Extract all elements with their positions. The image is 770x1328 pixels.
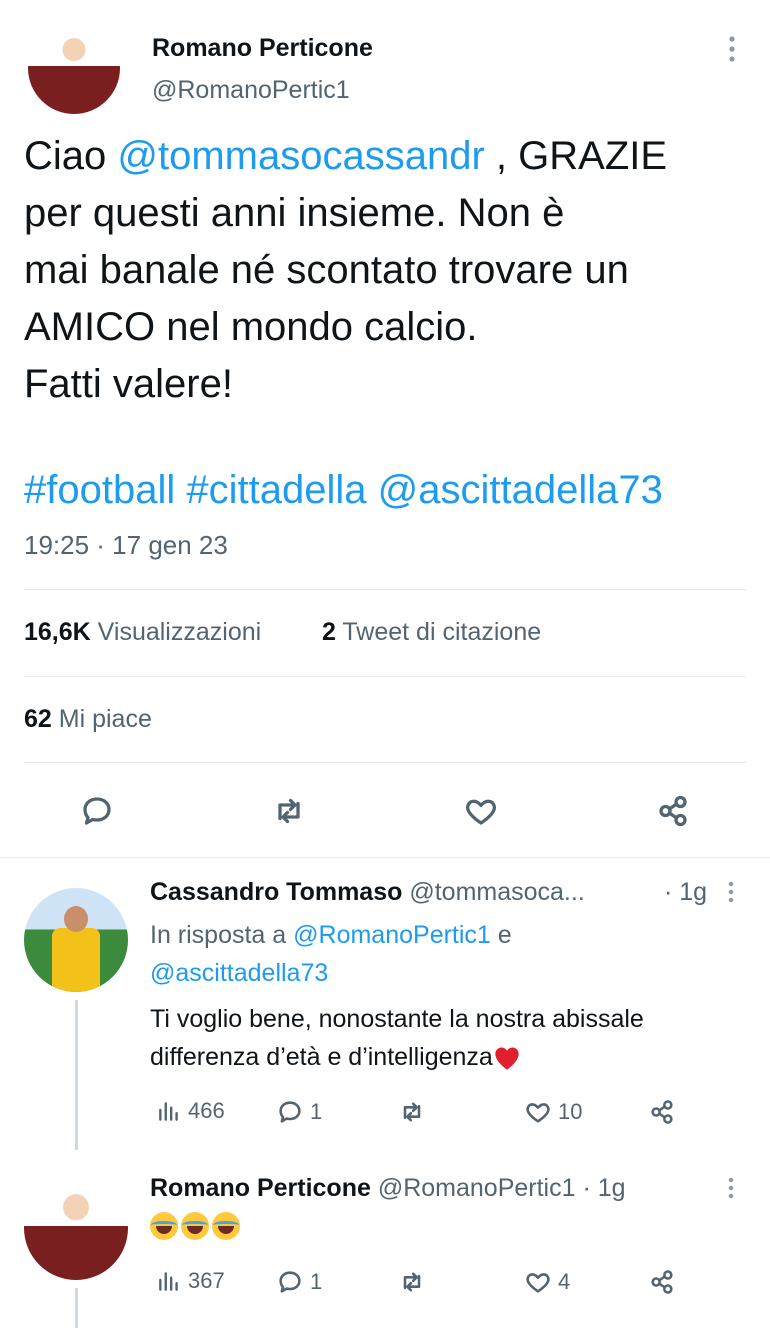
thread-line bbox=[75, 1000, 78, 1150]
mention-link[interactable]: @tommasocassandr bbox=[117, 134, 484, 178]
share-icon bbox=[651, 1100, 673, 1124]
reply-author-handle[interactable]: @tommasoca... bbox=[409, 878, 584, 906]
share-icon[interactable] bbox=[652, 790, 694, 832]
quotes-count: 2 bbox=[322, 618, 336, 646]
red-heart-icon bbox=[495, 1047, 519, 1071]
like-count: 4 bbox=[558, 1269, 571, 1294]
quotes-stat[interactable]: 2 Tweet di citazione bbox=[322, 618, 541, 647]
reply-time[interactable]: · 1g bbox=[582, 1174, 625, 1202]
like-count: 10 bbox=[558, 1099, 583, 1124]
views-count: 466 bbox=[188, 1098, 225, 1123]
avatar[interactable] bbox=[28, 22, 120, 114]
likes-stat[interactable]: 62 Mi piace bbox=[24, 705, 152, 734]
views-icon bbox=[159, 1272, 178, 1291]
divider bbox=[24, 589, 746, 590]
in-reply-prefix: In risposta a bbox=[150, 921, 294, 949]
reply-author-handle[interactable]: @RomanoPertic1 bbox=[378, 1174, 576, 1202]
reply-icon bbox=[279, 1101, 301, 1123]
retweet-icon[interactable] bbox=[268, 790, 310, 832]
reply-text-line: differenza d’età e d’intelligenza bbox=[150, 1043, 493, 1071]
tweet-text-part: Ciao bbox=[24, 134, 118, 178]
reply-author-name[interactable]: Romano Perticone bbox=[150, 1174, 371, 1202]
avatar[interactable] bbox=[24, 1176, 128, 1280]
tweet-text: Ciao @tommasocassandr , GRAZIE per quest… bbox=[24, 128, 754, 413]
quotes-label: Tweet di citazione bbox=[342, 618, 542, 646]
mention-link[interactable]: @ascittadella73 bbox=[150, 959, 328, 987]
laughing-tears-emoji-icon bbox=[181, 1212, 209, 1240]
reply-text-line: Ti voglio bene, nonostante la nostra abi… bbox=[150, 1005, 644, 1033]
hashtag-link[interactable]: #football bbox=[24, 468, 175, 512]
reply-time[interactable]: · 1g bbox=[664, 878, 707, 907]
share-button[interactable] bbox=[648, 1268, 676, 1296]
mention-link[interactable]: @ascittadella73 bbox=[378, 468, 663, 512]
laughing-tears-emoji-icon bbox=[150, 1212, 178, 1240]
retweet-icon bbox=[403, 1272, 421, 1292]
heart-icon[interactable] bbox=[460, 790, 502, 832]
tweet-text-line: per questi anni insieme. Non è bbox=[24, 191, 565, 235]
like-button[interactable]: 4 bbox=[524, 1268, 570, 1296]
views-label: Visualizzazioni bbox=[97, 618, 262, 646]
hashtag-link[interactable]: #cittadella bbox=[186, 468, 366, 512]
reply-author-name[interactable]: Cassandro Tommaso bbox=[150, 878, 402, 906]
reply-text: Ti voglio bene, nonostante la nostra abi… bbox=[150, 1000, 760, 1076]
divider bbox=[24, 762, 746, 763]
retweet-button[interactable] bbox=[398, 1098, 432, 1126]
reply-icon[interactable] bbox=[76, 790, 118, 832]
divider bbox=[0, 857, 770, 858]
views-button[interactable]: 466 bbox=[156, 1098, 225, 1124]
author-handle[interactable]: @RomanoPertic1 bbox=[152, 76, 350, 105]
likes-count: 62 bbox=[24, 705, 52, 733]
more-vertical-icon[interactable] bbox=[722, 34, 742, 64]
reply-button[interactable]: 1 bbox=[276, 1098, 322, 1126]
heart-icon bbox=[526, 1273, 550, 1293]
tweet-text-line: Fatti valere! bbox=[24, 362, 233, 406]
views-button[interactable]: 367 bbox=[156, 1268, 225, 1294]
share-button[interactable] bbox=[648, 1098, 676, 1126]
tweet-text-part: , GRAZIE bbox=[484, 134, 668, 178]
reply-author-line: Romano Perticone @RomanoPertic1 · 1g bbox=[150, 1174, 626, 1203]
views-stat[interactable]: 16,6K Visualizzazioni bbox=[24, 618, 261, 647]
views-icon bbox=[159, 1102, 178, 1121]
reply-button[interactable]: 1 bbox=[276, 1268, 322, 1296]
more-vertical-icon[interactable] bbox=[727, 1176, 735, 1205]
laughing-tears-emoji-icon bbox=[212, 1212, 240, 1240]
in-reply-conj: e bbox=[490, 921, 512, 949]
thread-line bbox=[75, 1288, 78, 1328]
divider bbox=[24, 676, 746, 677]
share-icon bbox=[651, 1270, 673, 1294]
author-name[interactable]: Romano Perticone bbox=[152, 34, 373, 63]
more-vertical-icon[interactable] bbox=[727, 880, 735, 909]
reply-author-line: Cassandro Tommaso @tommasoca... bbox=[150, 878, 585, 907]
reply-count: 1 bbox=[310, 1269, 323, 1294]
mention-link[interactable]: @RomanoPertic1 bbox=[293, 921, 491, 949]
in-reply-to: In risposta a @RomanoPertic1 e @ascittad… bbox=[150, 916, 750, 992]
views-count: 367 bbox=[188, 1268, 225, 1293]
reply-icon bbox=[279, 1271, 301, 1293]
tweet-text-line: AMICO nel mondo calcio. bbox=[24, 305, 478, 349]
hashtags: #football #cittadella @ascittadella73 bbox=[24, 468, 663, 513]
avatar[interactable] bbox=[24, 888, 128, 992]
reply-text bbox=[150, 1212, 243, 1240]
timestamp[interactable]: 19:25 · 17 gen 23 bbox=[24, 530, 228, 561]
retweet-icon bbox=[403, 1102, 421, 1122]
reply-count: 1 bbox=[310, 1099, 323, 1124]
like-button[interactable]: 10 bbox=[524, 1098, 582, 1126]
views-count: 16,6K bbox=[24, 618, 91, 646]
likes-label: Mi piace bbox=[58, 705, 152, 733]
heart-icon bbox=[526, 1103, 550, 1123]
retweet-button[interactable] bbox=[398, 1268, 432, 1296]
tweet-text-line: mai banale né scontato trovare un bbox=[24, 248, 629, 292]
